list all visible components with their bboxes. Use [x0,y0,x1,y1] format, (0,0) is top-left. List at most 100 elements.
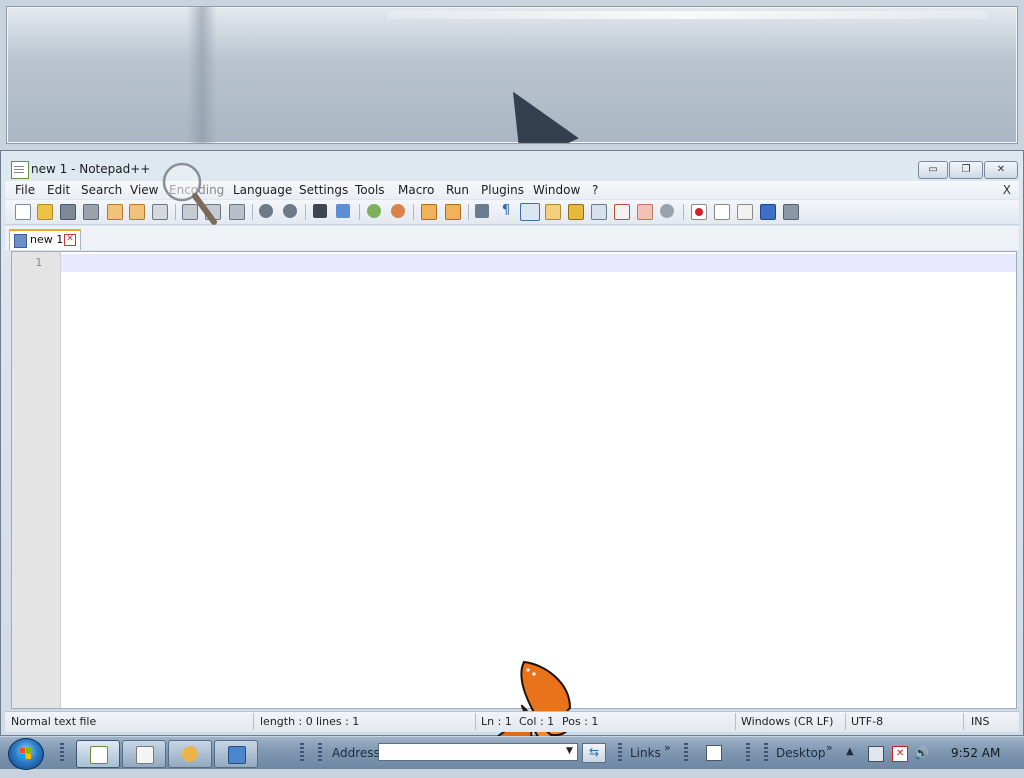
doc-map-icon[interactable] [568,204,584,220]
status-pos: Pos : 1 [562,715,599,728]
taskbar-grip[interactable] [684,743,688,763]
menu-plugins[interactable]: Plugins [481,183,524,197]
taskbar-grip[interactable] [764,743,768,763]
menu-macro[interactable]: Macro [398,183,434,197]
menu-run[interactable]: Run [446,183,469,197]
save-icon[interactable] [60,204,76,220]
system-clock[interactable]: 9:52 AM [951,746,1000,760]
sync-horizontal-icon[interactable] [445,204,461,220]
window-title: new 1 - Notepad++ [31,162,151,176]
monitoring-icon[interactable] [637,204,653,220]
taskbar-app-button-4[interactable] [214,740,258,768]
address-input[interactable] [378,743,578,761]
desktop-toolbar-label[interactable]: Desktop [776,746,826,760]
links-chevron-icon[interactable]: » [664,741,671,754]
zoom-in-icon[interactable] [367,204,381,218]
macro-save-icon[interactable] [783,204,799,220]
text-editor[interactable]: 1 [11,251,1017,767]
menu-view[interactable]: View [130,183,158,197]
macro-stop-icon[interactable] [714,204,730,220]
menu-tools[interactable]: Tools [355,183,385,197]
paint-app-icon [182,746,198,762]
maximize-button[interactable]: ❐ [949,161,983,179]
taskbar-notepadpp-button[interactable] [76,740,120,768]
macro-record-icon[interactable] [691,204,707,220]
indent-guide-icon[interactable] [520,203,540,221]
minimize-button[interactable]: ▭ [918,161,948,179]
menu-language[interactable]: Language [233,183,292,197]
status-encoding[interactable]: UTF-8 [851,715,883,728]
toolbar: ¶ [5,200,1019,225]
background-cursor-shape [491,74,579,143]
taskbar-grip[interactable] [746,743,750,763]
menu-window[interactable]: Window [533,183,580,197]
monitoring-toggle-icon[interactable] [660,204,674,218]
save-all-icon[interactable] [83,204,99,220]
links-toolbar-label[interactable]: Links [630,746,661,760]
menu-edit[interactable]: Edit [47,183,70,197]
background-window [6,6,1018,144]
new-file-icon[interactable] [15,204,31,220]
word-wrap-icon[interactable] [475,204,489,218]
tab-new-1[interactable]: new 1 ✕ [9,229,81,250]
close-all-icon[interactable] [129,204,145,220]
show-hidden-icons-icon[interactable]: ▲ [846,746,854,757]
quick-launch-icon[interactable] [706,745,722,761]
toolbar-separator [359,204,360,220]
menu-bar: File Edit Search View Encoding Language … [5,181,1019,199]
toolbar-separator [468,204,469,220]
function-list-icon[interactable] [591,204,607,220]
taskbar-grip[interactable] [618,743,622,763]
open-file-icon[interactable] [37,204,53,220]
tab-label: new 1 [30,233,64,246]
macro-play-multiple-icon[interactable] [760,204,776,220]
paste-icon[interactable] [229,204,245,220]
find-icon[interactable] [313,204,327,218]
print-icon[interactable] [152,204,168,220]
status-col: Col : 1 [519,715,555,728]
title-bar[interactable]: new 1 - Notepad++ ▭ ❐ ✕ [1,151,1023,185]
menu-settings[interactable]: Settings [299,183,348,197]
tab-close-icon[interactable]: ✕ [64,234,76,246]
macro-play-icon[interactable] [737,204,753,220]
current-line-highlight [61,254,1016,272]
taskbar-app-button-3[interactable] [168,740,212,768]
chevron-down-icon[interactable]: ▼ [566,746,573,756]
menu-encoding[interactable]: Encoding [169,183,224,197]
replace-icon[interactable] [336,204,350,218]
close-window-button[interactable]: ✕ [984,161,1018,179]
copy-icon[interactable] [205,204,221,220]
address-go-button[interactable]: ⇆ [582,743,606,763]
status-insert-mode[interactable]: INS [971,715,989,728]
menu-file[interactable]: File [15,183,35,197]
close-icon[interactable] [107,204,123,220]
action-center-alert-icon[interactable]: ✕ [892,746,908,762]
status-lines: lines : 1 [316,715,360,728]
status-separator [735,713,736,730]
start-button[interactable] [8,738,44,770]
taskbar-grip[interactable] [318,743,322,763]
status-bar: Normal text file length : 0 lines : 1 Ln… [5,711,1019,732]
zoom-out-icon[interactable] [391,204,405,218]
taskbar-grip[interactable] [300,743,304,763]
notepadpp-icon [90,746,108,764]
windows-logo-part [26,754,31,759]
menu-help[interactable]: ? [592,183,598,197]
taskbar-app-button-2[interactable] [122,740,166,768]
network-icon[interactable] [868,746,884,762]
toolbar-separator [252,204,253,220]
close-document-x[interactable]: X [1003,183,1011,197]
desktop-chevron-icon[interactable]: » [826,741,833,754]
show-all-chars-icon[interactable]: ¶ [499,204,513,218]
notepadpp-window: new 1 - Notepad++ ▭ ❐ ✕ File Edit Search… [0,150,1024,767]
cut-icon[interactable] [182,204,198,220]
taskbar-grip[interactable] [60,743,64,763]
folder-as-workspace-icon[interactable] [614,204,630,220]
volume-icon[interactable]: 🔊 [914,746,929,760]
menu-search[interactable]: Search [81,183,122,197]
user-lang-icon[interactable] [545,204,561,220]
status-eol[interactable]: Windows (CR LF) [741,715,833,728]
undo-icon[interactable] [259,204,273,218]
sync-vertical-icon[interactable] [421,204,437,220]
redo-icon[interactable] [283,204,297,218]
